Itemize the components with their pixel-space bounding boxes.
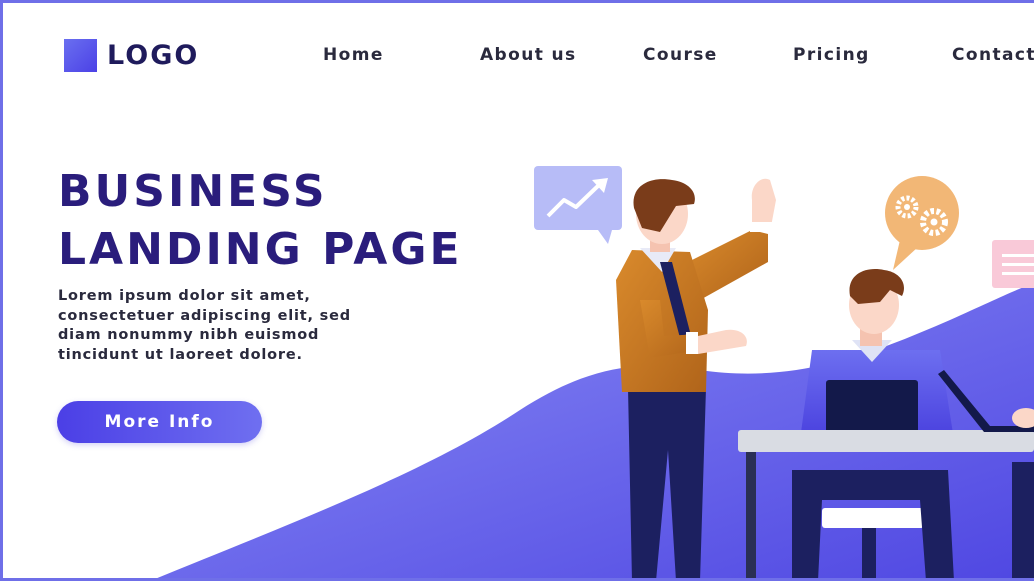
document-icon	[992, 240, 1034, 288]
growth-chart-icon	[534, 166, 622, 244]
hero-description: Lorem ipsum dolor sit amet, consectetuer…	[58, 287, 388, 365]
logo-text: LOGO	[107, 40, 200, 71]
hero-title-line-1: BUSINESS	[58, 166, 328, 217]
nav-home[interactable]: Home	[323, 45, 384, 65]
hero-description-line: Lorem ipsum dolor sit amet,	[58, 288, 311, 304]
nav-course[interactable]: Course	[643, 45, 718, 65]
nav-contact[interactable]: Contact	[952, 45, 1034, 65]
logo-square-icon	[64, 39, 97, 72]
logo[interactable]: LOGO	[64, 39, 199, 72]
sitting-man	[792, 269, 954, 581]
hero-title-line-2: LANDING PAGE	[58, 224, 463, 275]
nav-pricing[interactable]: Pricing	[793, 45, 870, 65]
hero-description-line: tincidunt ut laoreet dolore.	[58, 346, 303, 363]
hero-description-line: consectetuer adipiscing elit, sed	[58, 307, 351, 324]
more-info-button[interactable]: More Info	[57, 401, 262, 443]
nav-about-us[interactable]: About us	[480, 45, 577, 65]
gears-icon	[885, 176, 959, 270]
hero-title: BUSINESS LANDING PAGE	[58, 163, 463, 279]
hero-description-line: diam nonummy nibh euismod	[58, 327, 320, 343]
